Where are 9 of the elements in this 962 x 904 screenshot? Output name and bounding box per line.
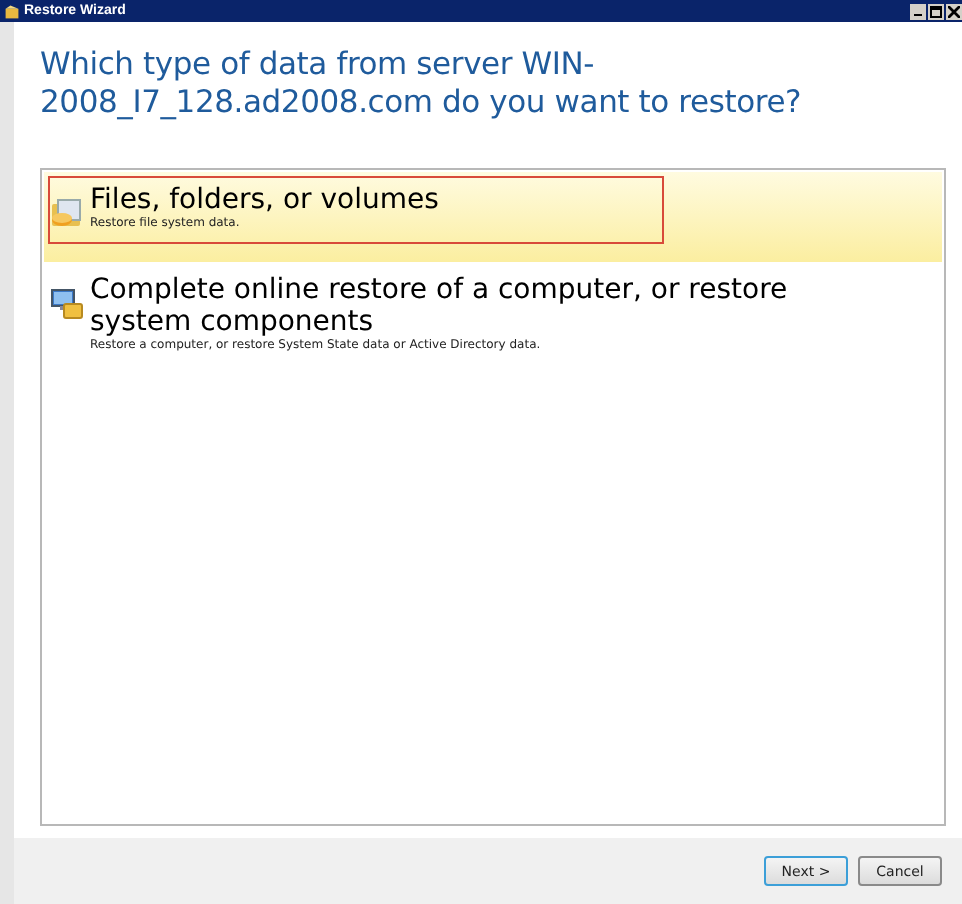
folder-icon — [50, 196, 84, 230]
close-icon[interactable] — [946, 3, 962, 19]
maximize-icon[interactable] — [928, 3, 944, 19]
computer-icon — [50, 286, 84, 320]
option-title: Complete online restore of a computer, or restore system components — [90, 274, 790, 338]
app-icon — [4, 3, 20, 19]
option-title: Files, folders, or volumes — [90, 184, 439, 216]
wizard-question: Which type of data from server WIN-2008_I7_128.ad2008.com do you want to restore? — [40, 46, 804, 122]
minimize-icon[interactable] — [910, 3, 926, 19]
